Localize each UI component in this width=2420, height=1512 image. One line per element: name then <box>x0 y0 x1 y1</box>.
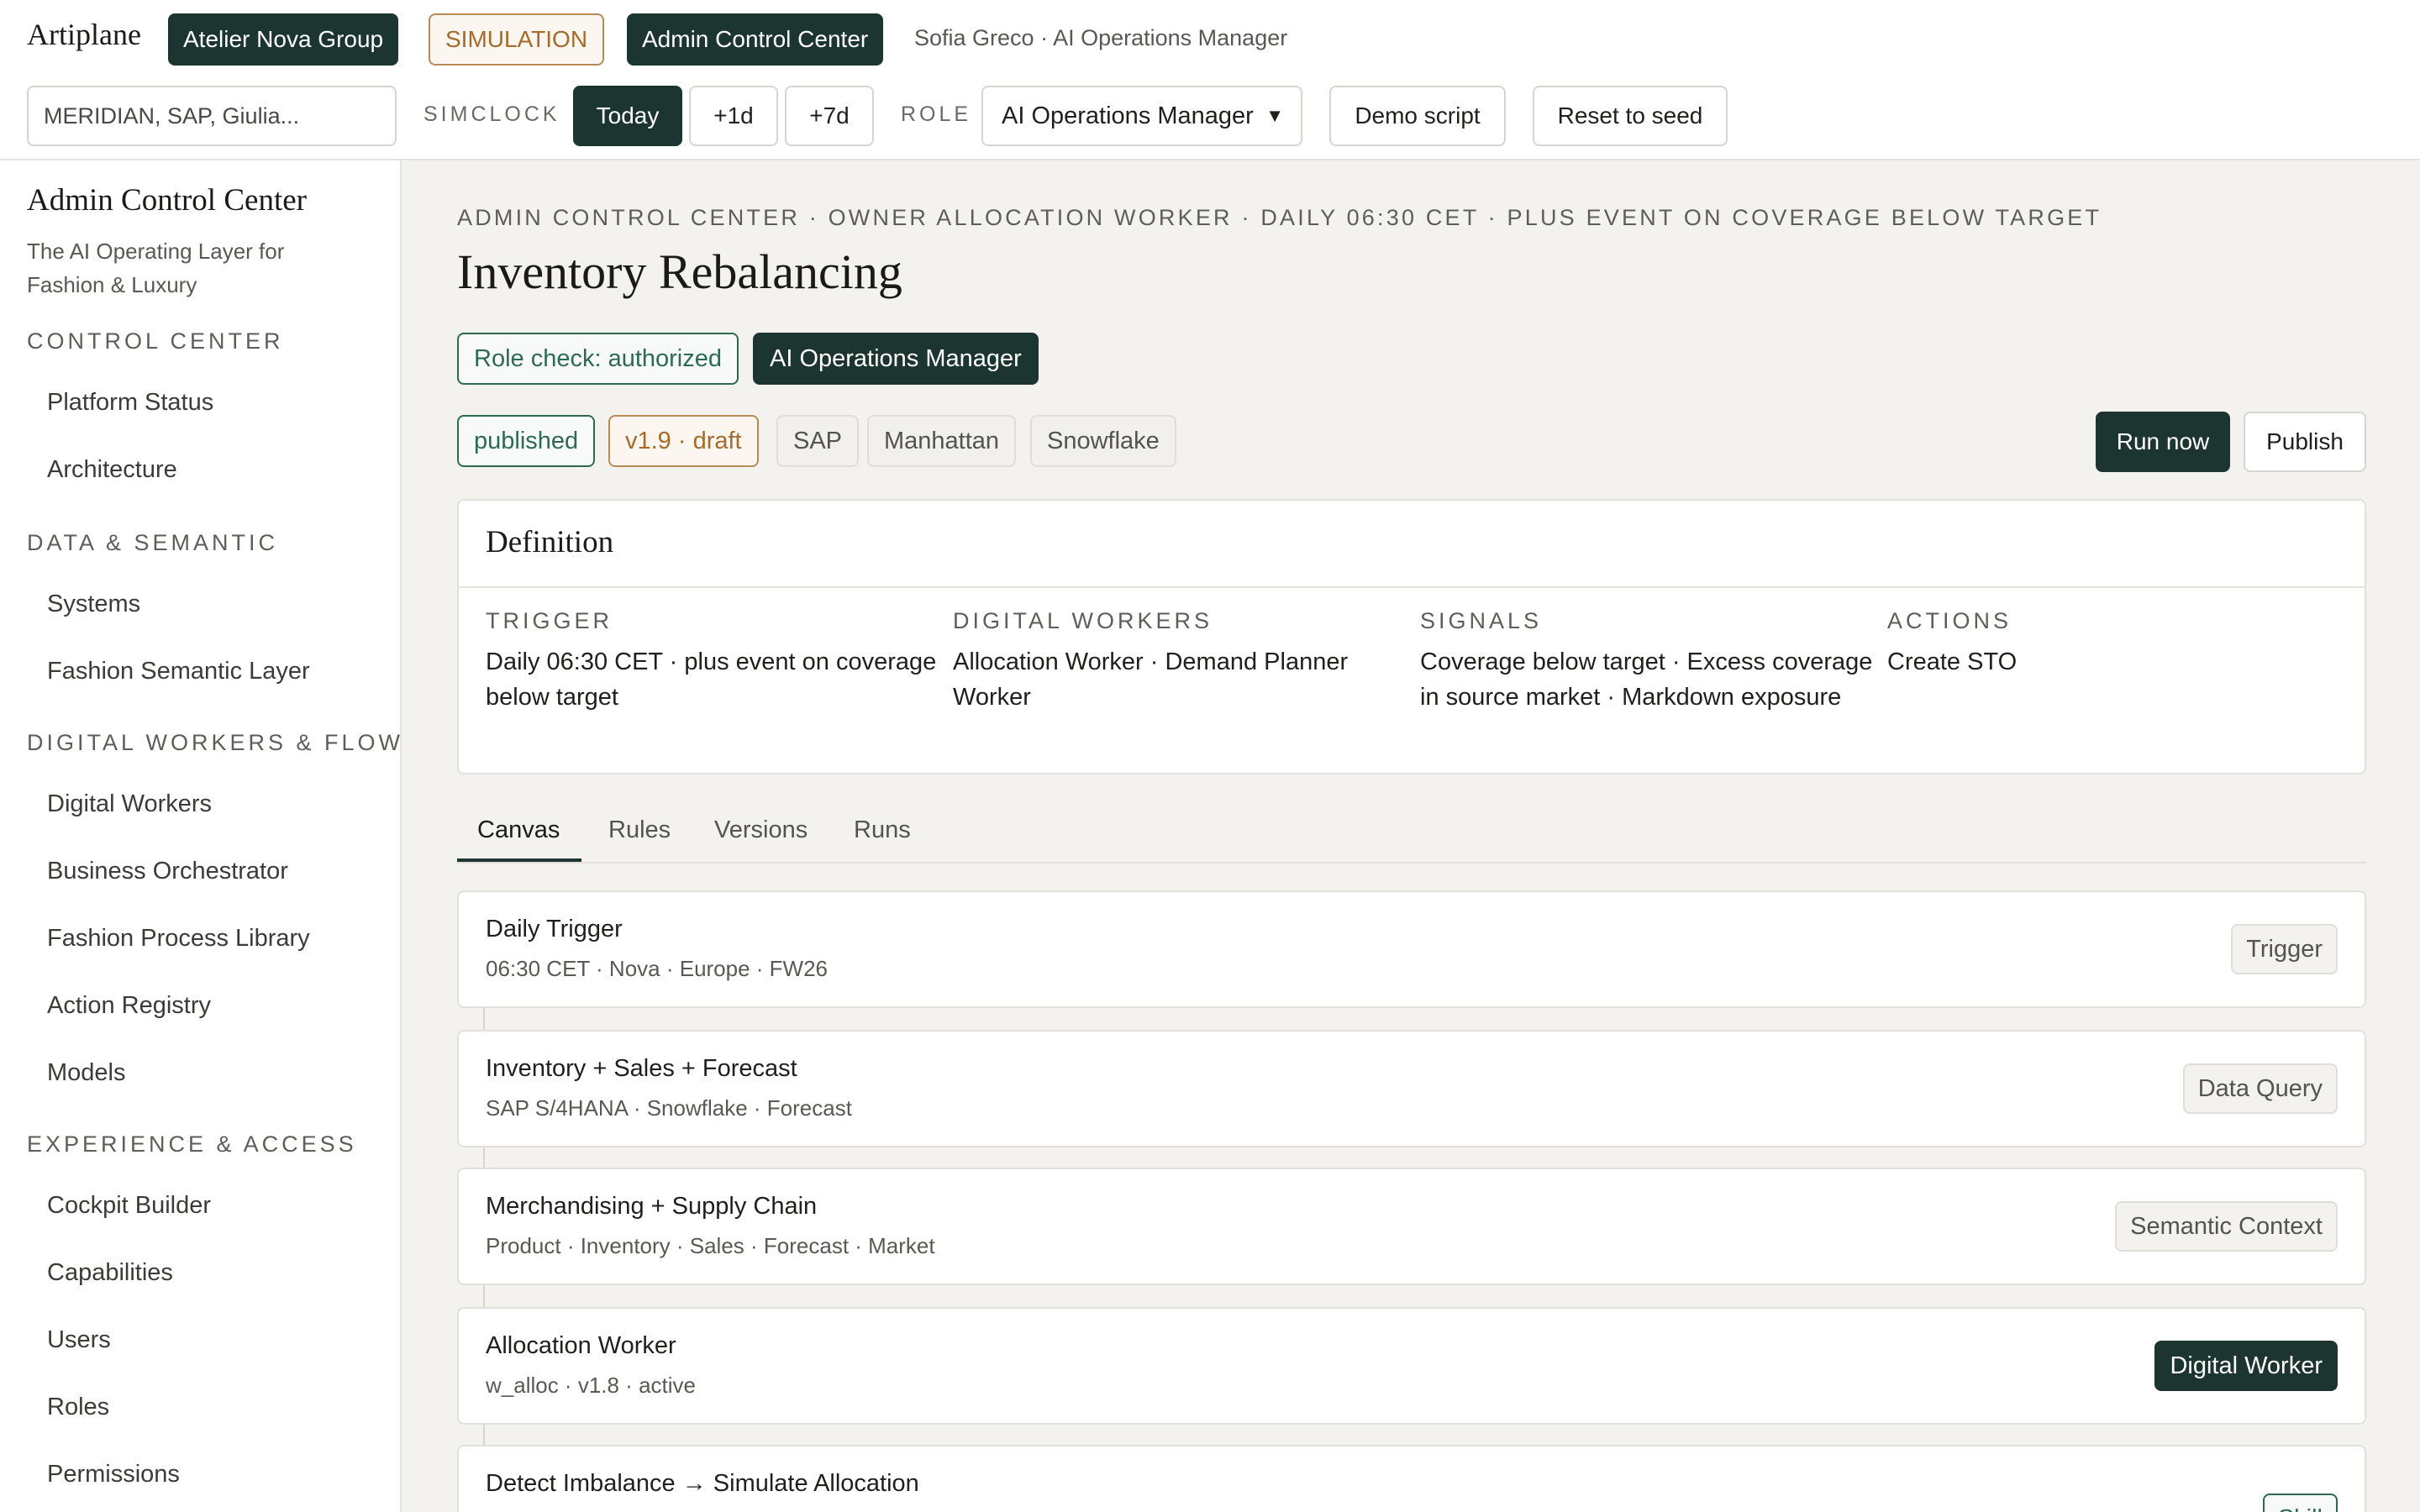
tab-versions[interactable]: Versions <box>714 816 808 844</box>
step-subtitle: 06:30 CET · Nova · Europe · FW26 <box>486 956 829 981</box>
actions-value: Create STO <box>1887 648 2018 675</box>
step-title: Daily Trigger <box>486 916 623 942</box>
demo-script-button[interactable]: Demo script <box>1329 86 1506 146</box>
section-data-semantic: DATA & SEMANTIC <box>27 530 279 555</box>
sidebar-item-models[interactable]: Models <box>47 1059 126 1087</box>
step-title: Merchandising + Supply Chain <box>486 1193 818 1220</box>
step-skill[interactable]: Detect Imbalance → Simulate Allocation S… <box>457 1445 2366 1512</box>
definition-actions: ACTIONS Create STO <box>1887 608 2341 680</box>
signals-label: SIGNALS <box>1420 608 1543 633</box>
step-type-badge: Semantic Context <box>2115 1201 2338 1252</box>
role-badge: AI Operations Manager <box>753 333 1039 385</box>
simulation-badge: SIMULATION <box>429 13 605 66</box>
definition-trigger: TRIGGER Daily 06:30 CET · plus event on … <box>486 608 939 715</box>
definition-workers: DIGITAL WORKERS Allocation Worker · Dema… <box>953 608 1407 715</box>
step-title: Detect Imbalance → Simulate Allocation <box>486 1470 919 1497</box>
section-control-center: CONTROL CENTER <box>27 328 284 354</box>
sidebar-title: Admin Control Center <box>27 183 307 218</box>
step-title: Inventory + Sales + Forecast <box>486 1055 797 1082</box>
sidebar-tagline: The AI Operating Layer for Fashion & Lux… <box>27 239 285 297</box>
section-experience-access: EXPERIENCE & ACCESS <box>27 1131 357 1157</box>
tab-rules[interactable]: Rules <box>608 816 671 844</box>
role-select[interactable]: AI Operations Manager ▼ <box>981 86 1302 146</box>
sidebar-item-fashion-process-library[interactable]: Fashion Process Library <box>47 925 310 953</box>
brand-logo[interactable]: Artiplane <box>27 17 141 52</box>
tab-canvas[interactable]: Canvas <box>477 816 560 844</box>
system-tag-manhattan: Manhattan <box>867 415 1017 467</box>
step-type-badge: Skill <box>2262 1494 2338 1512</box>
sidebar-item-cockpit-builder[interactable]: Cockpit Builder <box>47 1192 211 1220</box>
step-data-query[interactable]: Inventory + Sales + Forecast SAP S/4HANA… <box>457 1030 2366 1147</box>
search-input[interactable] <box>27 86 397 146</box>
clock-plus1-button[interactable]: +1d <box>689 86 778 146</box>
sidebar-item-fashion-semantic-layer[interactable]: Fashion Semantic Layer <box>47 658 310 685</box>
workers-value: Allocation Worker · Demand Planner Worke… <box>953 648 1349 711</box>
step-connector <box>483 1423 485 1446</box>
role-select-value: AI Operations Manager <box>1002 102 1254 129</box>
sidebar-item-business-orchestrator[interactable]: Business Orchestrator <box>47 858 288 885</box>
publish-button[interactable]: Publish <box>2244 412 2366 472</box>
version-badge: v1.9 · draft <box>608 415 759 467</box>
step-type-badge: Digital Worker <box>2154 1341 2338 1391</box>
step-semantic-context[interactable]: Merchandising + Supply Chain Product · I… <box>457 1168 2366 1285</box>
sidebar-item-action-registry[interactable]: Action Registry <box>47 992 211 1020</box>
sidebar: Admin Control Center The AI Operating La… <box>0 160 402 1512</box>
page-title: Inventory Rebalancing <box>457 244 902 299</box>
chevron-down-icon: ▼ <box>1265 105 1284 126</box>
sidebar-item-architecture[interactable]: Architecture <box>47 456 177 484</box>
sidebar-item-systems[interactable]: Systems <box>47 591 140 618</box>
actions-label: ACTIONS <box>1887 608 2012 633</box>
step-connector <box>483 1146 485 1169</box>
section-digital-workers-flow: DIGITAL WORKERS & FLOW <box>27 730 402 755</box>
step-daily-trigger[interactable]: Daily Trigger 06:30 CET · Nova · Europe … <box>457 890 2366 1008</box>
clock-plus7-button[interactable]: +7d <box>785 86 874 146</box>
trigger-label: TRIGGER <box>486 608 613 633</box>
simclock-label: SIMCLOCK <box>424 102 560 126</box>
sidebar-item-roles[interactable]: Roles <box>47 1394 109 1421</box>
run-now-button[interactable]: Run now <box>2096 412 2230 472</box>
definition-heading: Definition <box>459 501 2365 588</box>
active-tab-indicator <box>457 858 581 862</box>
signals-value: Coverage below target · Excess coverage … <box>1420 648 1873 711</box>
console-badge[interactable]: Admin Control Center <box>627 13 884 66</box>
status-badge: published <box>457 415 596 467</box>
system-tag-sap: SAP <box>776 415 860 467</box>
current-user: Sofia Greco · AI Operations Manager <box>914 25 1288 50</box>
step-connector <box>483 1008 485 1032</box>
step-connector <box>483 1285 485 1309</box>
step-subtitle: SAP S/4HANA · Snowflake · Forecast <box>486 1095 852 1121</box>
breadcrumb: ADMIN CONTROL CENTER · OWNER ALLOCATION … <box>457 205 2102 230</box>
clock-today-button[interactable]: Today <box>573 86 682 146</box>
tab-bar: Canvas Rules Versions Runs <box>457 806 2366 864</box>
role-check-badge: Role check: authorized <box>457 333 739 385</box>
org-switcher[interactable]: Atelier Nova Group <box>168 13 399 66</box>
step-type-badge: Trigger <box>2231 924 2338 974</box>
role-label: ROLE <box>901 102 972 126</box>
sidebar-item-capabilities[interactable]: Capabilities <box>47 1259 173 1287</box>
trigger-value: Daily 06:30 CET · plus event on coverage… <box>486 648 937 711</box>
sidebar-item-users[interactable]: Users <box>47 1326 111 1354</box>
tab-runs[interactable]: Runs <box>854 816 911 844</box>
step-type-badge: Data Query <box>2182 1063 2338 1114</box>
step-subtitle: Product · Inventory · Sales · Forecast ·… <box>486 1233 935 1258</box>
sidebar-item-platform-status[interactable]: Platform Status <box>47 389 213 417</box>
top-bar: Artiplane Atelier Nova Group SIMULATION … <box>0 0 2420 160</box>
definition-signals: SIGNALS Coverage below target · Excess c… <box>1420 608 1874 715</box>
step-subtitle: w_alloc · v1.8 · active <box>486 1373 696 1398</box>
sidebar-item-digital-workers[interactable]: Digital Workers <box>47 790 212 818</box>
step-title: Allocation Worker <box>486 1332 676 1359</box>
reset-seed-button[interactable]: Reset to seed <box>1533 86 1728 146</box>
definition-card: Definition TRIGGER Daily 06:30 CET · plu… <box>457 499 2366 774</box>
system-tag-snowflake: Snowflake <box>1030 415 1176 467</box>
workers-label: DIGITAL WORKERS <box>953 608 1213 633</box>
sidebar-item-permissions[interactable]: Permissions <box>47 1461 180 1488</box>
step-digital-worker[interactable]: Allocation Worker w_alloc · v1.8 · activ… <box>457 1307 2366 1425</box>
